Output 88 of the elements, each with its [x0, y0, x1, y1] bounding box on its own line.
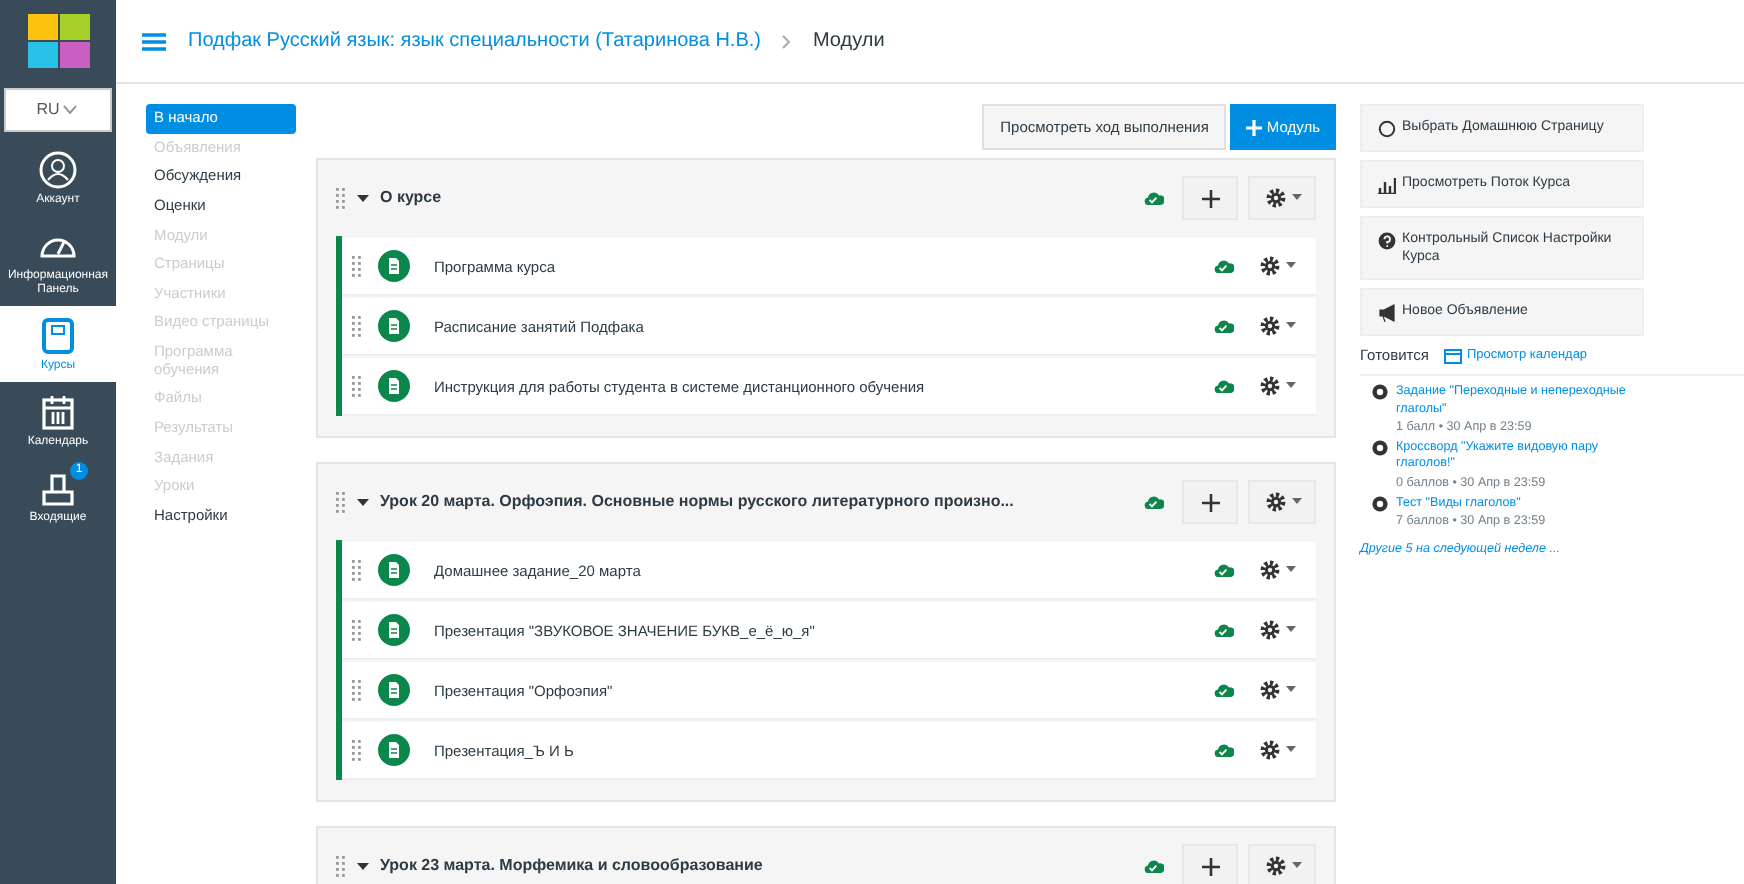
- settings-icon: [1258, 314, 1282, 339]
- document-icon: [378, 674, 410, 707]
- assignment-icon: [1372, 496, 1388, 512]
- settings-icon: [1258, 678, 1282, 703]
- drag-handle-icon[interactable]: [352, 375, 362, 398]
- published-icon[interactable]: [1212, 317, 1234, 336]
- module-title: Урок 20 марта. Орфоэпия. Основные нормы русского литературного произно...: [380, 490, 1016, 515]
- document-icon: [378, 554, 410, 587]
- document-icon: [378, 734, 410, 767]
- language-dropdown[interactable]: RU: [4, 88, 112, 132]
- module-title: О курсе: [380, 186, 444, 211]
- calendar-icon: [1444, 347, 1463, 364]
- published-icon[interactable]: [1142, 857, 1164, 876]
- plus-icon: [1201, 857, 1219, 876]
- drag-handle-icon[interactable]: [336, 855, 346, 878]
- settings-icon: [1258, 618, 1282, 643]
- caret-icon: [1286, 626, 1296, 635]
- settings-menu-button[interactable]: [1263, 490, 1301, 515]
- published-icon[interactable]: [1212, 681, 1234, 700]
- settings-icon: [1263, 490, 1287, 515]
- megaphone-icon: [1378, 304, 1396, 323]
- assignment-icon: [1372, 384, 1388, 401]
- published-icon[interactable]: [1212, 741, 1234, 760]
- settings-menu-button[interactable]: [1258, 254, 1296, 279]
- settings-icon: [1258, 254, 1282, 279]
- published-icon[interactable]: [1212, 377, 1234, 396]
- inbox-icon: [38, 468, 78, 509]
- book-icon: [38, 315, 78, 356]
- assignment-icon: [1372, 440, 1388, 457]
- collapse-caret-icon[interactable]: [356, 861, 370, 872]
- plus-icon: [1201, 493, 1219, 512]
- settings-menu-button[interactable]: [1258, 678, 1296, 703]
- published-icon[interactable]: [1142, 189, 1164, 208]
- settings-menu-button[interactable]: [1258, 374, 1296, 399]
- caret-icon: [1291, 498, 1301, 507]
- drag-handle-icon[interactable]: [352, 679, 362, 702]
- caret-icon: [1286, 746, 1296, 755]
- settings-menu-button[interactable]: [1258, 558, 1296, 583]
- document-icon: [378, 250, 410, 283]
- add-item-button[interactable]: [1182, 176, 1238, 221]
- drag-handle-icon[interactable]: [336, 187, 346, 210]
- drag-handle-icon[interactable]: [336, 491, 346, 514]
- settings-menu-button[interactable]: [1263, 854, 1301, 879]
- question-icon: [1378, 232, 1396, 250]
- caret-icon: [1286, 566, 1296, 575]
- caret-icon: [1286, 686, 1296, 695]
- caret-icon: [1291, 862, 1301, 871]
- settings-icon: [1263, 854, 1287, 879]
- module-title: Урок 23 марта. Морфемика и словообразование: [380, 854, 765, 879]
- drag-handle-icon[interactable]: [352, 255, 362, 278]
- bar-chart-icon: [1378, 176, 1396, 194]
- person-icon: [38, 150, 78, 190]
- collapse-caret-icon[interactable]: [356, 497, 370, 508]
- drag-handle-icon[interactable]: [352, 315, 362, 338]
- caret-icon: [1291, 194, 1301, 203]
- menu-icon[interactable]: [140, 31, 168, 51]
- document-icon: [378, 614, 410, 647]
- caret-icon: [1286, 382, 1296, 391]
- settings-menu-button[interactable]: [1258, 738, 1296, 763]
- drag-handle-icon[interactable]: [352, 739, 362, 762]
- chevron-icon: [780, 33, 793, 49]
- settings-menu-button[interactable]: [1258, 314, 1296, 339]
- collapse-caret-icon[interactable]: [356, 193, 370, 204]
- plus-icon: [1246, 119, 1263, 136]
- document-icon: [378, 310, 410, 343]
- circle-icon: [1378, 120, 1396, 138]
- settings-icon: [1258, 738, 1282, 763]
- published-icon[interactable]: [1212, 257, 1234, 276]
- settings-icon: [1258, 558, 1282, 583]
- add-item-button[interactable]: [1182, 844, 1238, 884]
- published-icon[interactable]: [1212, 621, 1234, 640]
- plus-icon: [1201, 189, 1219, 208]
- published-icon[interactable]: [1142, 493, 1164, 512]
- caret-icon: [59, 102, 80, 118]
- breadcrumb-link[interactable]: Подфак Русский язык: язык специальности (Татаринова Н.В.): [188, 26, 761, 56]
- settings-menu-button[interactable]: [1263, 186, 1301, 211]
- settings-icon: [1263, 186, 1287, 211]
- drag-handle-icon[interactable]: [352, 619, 362, 642]
- caret-icon: [1286, 322, 1296, 331]
- caret-icon: [1286, 262, 1296, 271]
- settings-menu-button[interactable]: [1258, 618, 1296, 643]
- document-icon: [378, 370, 410, 403]
- drag-handle-icon[interactable]: [352, 559, 362, 582]
- add-item-button[interactable]: [1182, 480, 1238, 525]
- calendar-icon: [38, 392, 78, 433]
- published-icon[interactable]: [1212, 561, 1234, 580]
- settings-icon: [1258, 374, 1282, 399]
- breadcrumb-current: Модули: [812, 28, 885, 56]
